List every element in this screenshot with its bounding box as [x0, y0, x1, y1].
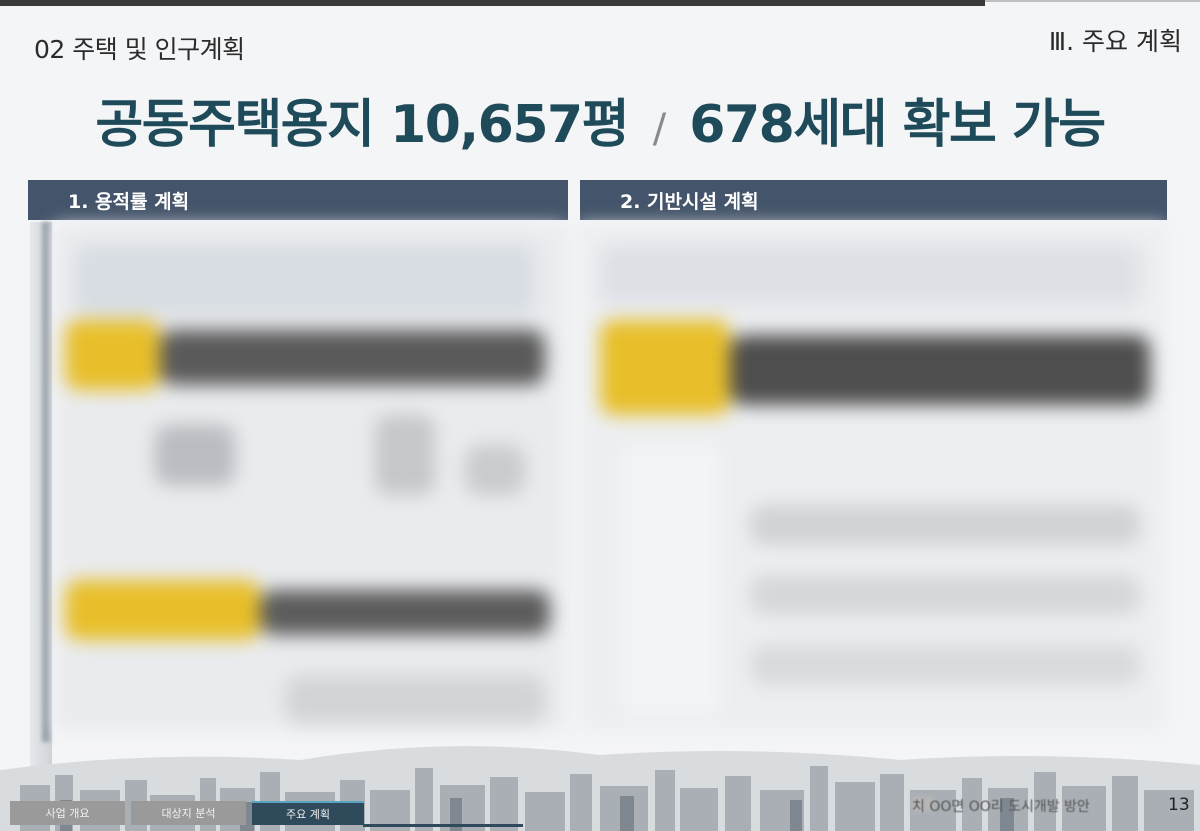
blurred-content-left	[55, 225, 565, 730]
headline: 공동주택용지 10,657평 / 678세대 확보 가능	[0, 82, 1200, 157]
footer-line	[363, 824, 523, 827]
headline-separator: /	[652, 106, 666, 152]
blurred-content-right	[580, 225, 1165, 730]
tab-project-overview[interactable]: 사업 개요	[10, 801, 125, 825]
panel-header-floor-area-plan: 1. 용적률 계획	[28, 180, 568, 220]
tab-site-analysis[interactable]: 대상지 분석	[131, 801, 246, 825]
panel-header-infrastructure-plan: 2. 기반시설 계획	[580, 180, 1167, 220]
page-number: 13	[1168, 795, 1190, 815]
footer-tabs: 사업 개요 대상지 분석 주요 계획	[10, 801, 364, 825]
chapter-label: Ⅲ. 주요 계획	[1048, 27, 1182, 56]
section-title: 02 주택 및 인구계획	[34, 35, 245, 64]
headline-part1: 공동주택용지 10,657평	[95, 95, 629, 155]
footer-note: 치 OO면 OO리 도시개발 방안	[912, 799, 1090, 815]
headline-part2: 678세대 확보 가능	[689, 95, 1106, 155]
tab-main-plan[interactable]: 주요 계획	[252, 801, 364, 825]
top-bar	[0, 0, 985, 6]
left-rail-shadow	[42, 222, 50, 742]
top-bar-right	[985, 0, 1200, 2]
